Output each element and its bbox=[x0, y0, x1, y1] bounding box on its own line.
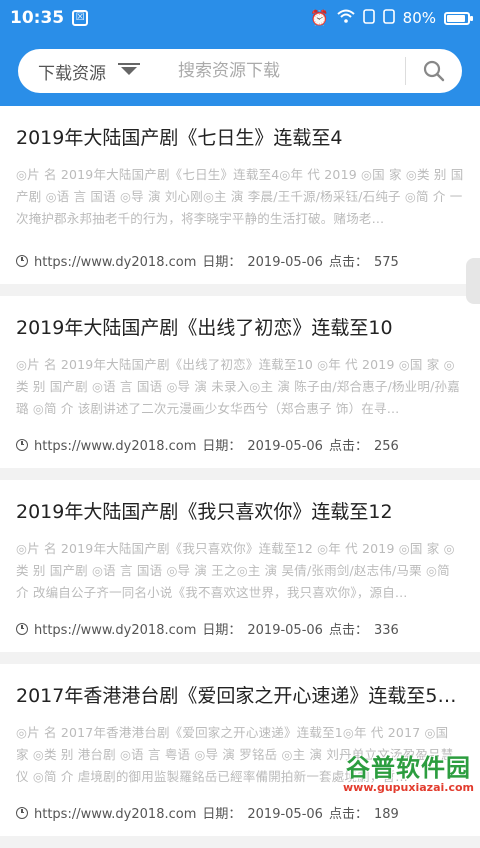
clock-icon bbox=[16, 254, 28, 267]
item-description: ◎片 名 2019年大陆国产剧《我只喜欢你》连载至12 ◎年 代 2019 ◎国… bbox=[16, 541, 455, 600]
date-label: 日期： bbox=[202, 255, 242, 270]
item-date: 2019-05-06 bbox=[247, 439, 323, 454]
watermark-name: 谷普软件园 bbox=[346, 754, 471, 782]
hits-label: 点击： bbox=[328, 807, 368, 822]
item-date: 2019-05-06 bbox=[247, 807, 323, 822]
item-hits: 336 bbox=[373, 623, 399, 638]
item-meta: https://www.dy2018.com 日期： 2019-05-06 点击： 33… bbox=[16, 619, 405, 638]
item-url: https://www.dy2018.com bbox=[34, 807, 197, 822]
search-box: 下载资源 bbox=[18, 49, 462, 93]
clock-icon bbox=[16, 806, 28, 819]
item-meta: https://www.dy2018.com 日期： 2019-05-06 点击： 57… bbox=[16, 251, 405, 270]
item-date: 2019-05-06 bbox=[247, 255, 323, 270]
item-hits: 189 bbox=[373, 807, 399, 822]
search-icon[interactable] bbox=[422, 59, 446, 83]
item-meta: https://www.dy2018.com 日期： 2019-05-06 点击： 18… bbox=[16, 803, 405, 822]
list-item[interactable]: 2019年大陆国产剧《七日生》连载至4 ◎片 名 2019年大陆国产剧《七日生》… bbox=[0, 106, 480, 284]
item-hits: 575 bbox=[373, 255, 399, 270]
clock-icon bbox=[16, 438, 28, 451]
battery-icon bbox=[444, 11, 473, 25]
category-label: 下载资源 bbox=[38, 63, 106, 84]
item-title[interactable]: 2019年大陆国产剧《七日生》连载至4 bbox=[16, 126, 464, 150]
hits-label: 点击： bbox=[328, 439, 368, 454]
signal-icon bbox=[362, 8, 375, 28]
hits-label: 点击： bbox=[328, 623, 368, 638]
item-url: https://www.dy2018.com bbox=[34, 623, 197, 638]
item-description: ◎片 名 2019年大陆国产剧《出线了初恋》连载至10 ◎年 代 2019 ◎国… bbox=[16, 357, 460, 416]
date-label: 日期： bbox=[202, 623, 242, 638]
item-url: https://www.dy2018.com bbox=[34, 255, 197, 270]
battery-percent: 80% bbox=[402, 9, 436, 27]
dropdown-arrow-icon bbox=[118, 62, 140, 80]
status-icons: ⏰ 80% bbox=[309, 8, 473, 28]
item-description: ◎片 名 2019年大陆国产剧《七日生》连载至4◎年 代 2019 ◎国 家 ◎… bbox=[16, 167, 464, 226]
list-item[interactable]: 2019年大陆国产剧《我只喜欢你》连载至12 ◎片 名 2019年大陆国产剧《我… bbox=[0, 480, 480, 652]
clock-icon bbox=[16, 622, 28, 635]
date-label: 日期： bbox=[202, 439, 242, 454]
item-title[interactable]: 2019年大陆国产剧《我只喜欢你》连载至12 bbox=[16, 500, 464, 524]
watermark-logo: 谷普软件园 www.gupuxiazai.com bbox=[343, 748, 474, 794]
search-divider bbox=[405, 57, 406, 85]
wifi-icon bbox=[336, 9, 355, 27]
item-meta: https://www.dy2018.com 日期： 2019-05-06 点击： 25… bbox=[16, 435, 405, 454]
item-hits: 256 bbox=[373, 439, 399, 454]
scroll-handle[interactable] bbox=[466, 258, 480, 304]
header-bar: 下载资源 bbox=[0, 36, 480, 106]
watermark-url: www.gupuxiazai.com bbox=[343, 781, 474, 794]
list-item[interactable]: 2019年大陆国产剧《出线了初恋》连载至10 ◎片 名 2019年大陆国产剧《出… bbox=[0, 296, 480, 468]
hits-label: 点击： bbox=[328, 255, 368, 270]
date-label: 日期： bbox=[202, 807, 242, 822]
item-date: 2019-05-06 bbox=[247, 623, 323, 638]
category-dropdown[interactable]: 下载资源 bbox=[38, 59, 140, 84]
item-title[interactable]: 2019年大陆国产剧《出线了初恋》连载至10 bbox=[16, 316, 464, 340]
item-url: https://www.dy2018.com bbox=[34, 439, 197, 454]
notification-icon: ☒ bbox=[72, 10, 89, 26]
sim-icon bbox=[382, 8, 395, 28]
status-time: 10:35 bbox=[10, 8, 65, 28]
status-bar: 10:35 ☒ ⏰ 80% bbox=[0, 0, 480, 36]
item-title[interactable]: 2017年香港港台剧《爱回家之开心速递》连载至5… bbox=[16, 684, 464, 708]
search-input[interactable] bbox=[176, 60, 380, 82]
resource-list: 2019年大陆国产剧《七日生》连载至4 ◎片 名 2019年大陆国产剧《七日生》… bbox=[0, 106, 480, 848]
alarm-icon: ⏰ bbox=[309, 9, 329, 27]
